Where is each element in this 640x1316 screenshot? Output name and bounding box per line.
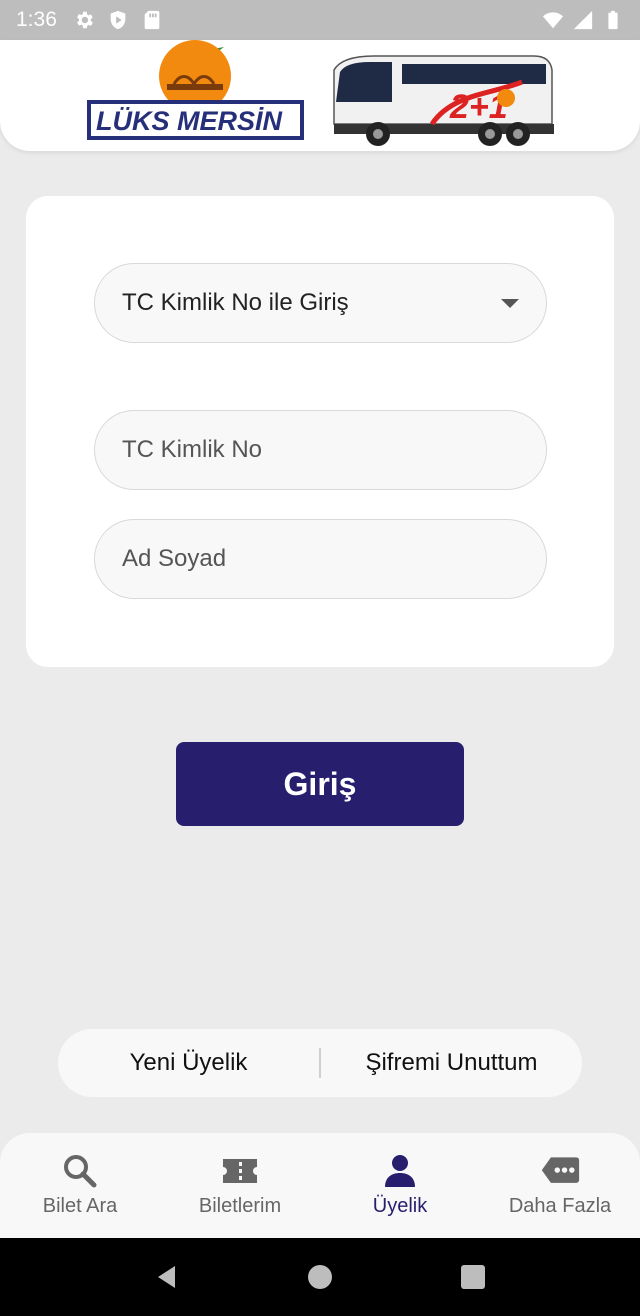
ad-soyad-placeholder: Ad Soyad [122,545,227,572]
system-navigation-bar [0,1238,640,1316]
logo-text: LÜKS MERSİN [96,106,283,136]
signal-icon [573,10,593,30]
bus-image: 2+1 [333,55,554,146]
status-bar: 1:36 [0,0,640,40]
back-icon[interactable] [153,1263,181,1291]
login-button[interactable]: Giriş [176,742,464,826]
nav-item-uyelik[interactable]: Üyelik [320,1133,480,1238]
nav-item-daha-fazla[interactable]: Daha Fazla [480,1133,640,1238]
app-header: LÜKS MERSİN 2+1 [0,40,640,151]
chevron-down-icon [501,298,519,308]
person-icon [385,1155,415,1187]
ad-soyad-input[interactable]: Ad Soyad [94,519,547,599]
wifi-icon [542,12,564,29]
company-banner: LÜKS MERSİN 2+1 [82,40,558,151]
nav-label-uyelik: Üyelik [372,1195,428,1217]
tc-kimlik-input[interactable]: TC Kimlik No [94,410,547,490]
login-type-selected: TC Kimlik No ile Giriş [122,289,349,316]
gear-icon [76,11,93,29]
nav-label-daha-fazla: Daha Fazla [508,1195,612,1217]
forgot-password-link[interactable]: Şifremi Unuttum [321,1049,582,1077]
tc-kimlik-placeholder: TC Kimlik No [122,436,263,463]
search-icon [64,1155,97,1188]
account-links-bar: Yeni Üyelik Şifremi Unuttum [58,1029,582,1097]
login-form-card: TC Kimlik No ile Giriş TC Kimlik No Ad S… [26,196,614,667]
nav-item-biletlerim[interactable]: Biletlerim [160,1133,320,1238]
recents-icon[interactable] [459,1263,487,1291]
new-membership-link[interactable]: Yeni Üyelik [58,1049,319,1077]
bottom-navigation: Bilet Ara Biletlerim Üyelik Daha Fazla [0,1133,640,1238]
ticket-icon [223,1159,257,1183]
status-time: 1:36 [16,8,57,31]
more-chat-icon [541,1157,580,1183]
nav-label-biletlerim: Biletlerim [198,1195,282,1217]
login-type-dropdown[interactable]: TC Kimlik No ile Giriş [94,263,547,343]
sd-card-icon [144,10,160,30]
battery-icon [608,10,618,30]
home-icon[interactable] [306,1263,334,1291]
nav-item-bilet-ara[interactable]: Bilet Ara [0,1133,160,1238]
nav-label-bilet-ara: Bilet Ara [42,1195,118,1217]
shield-icon [110,10,126,30]
